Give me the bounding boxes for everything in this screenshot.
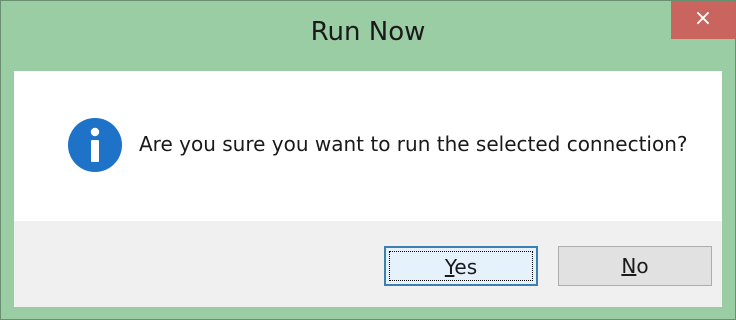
confirmation-message: Are you sure you want to run the selecte…	[139, 132, 688, 156]
no-button-label: No	[621, 254, 649, 278]
dialog-body: Are you sure you want to run the selecte…	[14, 71, 722, 307]
close-icon: ×	[693, 6, 713, 31]
no-button[interactable]: No	[558, 246, 712, 286]
button-bar: Yes No	[14, 221, 722, 307]
yes-button[interactable]: Yes	[384, 246, 538, 286]
dialog-title: Run Now	[310, 17, 426, 47]
close-button[interactable]: ×	[671, 1, 735, 39]
title-bar[interactable]: Run Now ×	[1, 1, 735, 71]
info-icon	[68, 118, 122, 172]
run-now-dialog: Run Now × Are you sure you want to run t…	[0, 0, 736, 320]
yes-button-label: Yes	[444, 255, 478, 279]
message-area: Are you sure you want to run the selecte…	[14, 71, 722, 221]
